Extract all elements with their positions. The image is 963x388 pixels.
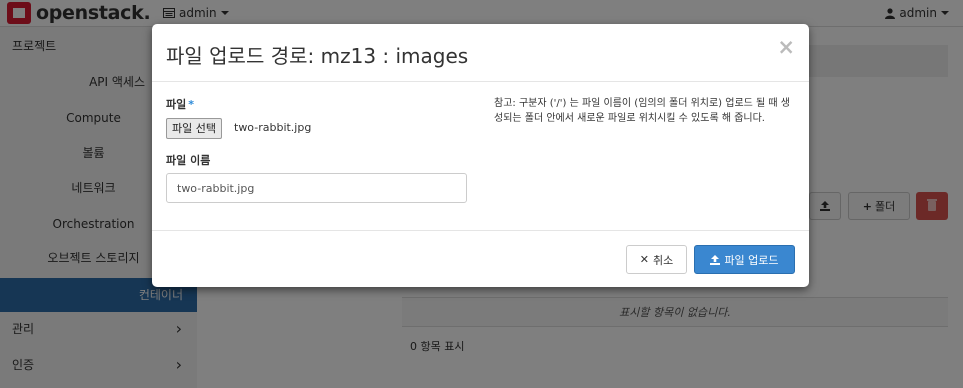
filename-label: 파일 이름 [166, 154, 211, 167]
file-label-text: 파일 [166, 98, 187, 111]
modal-footer: ✕ 취소 파일 업로드 [152, 230, 809, 287]
filename-input[interactable] [167, 174, 466, 202]
upload-button-label: 파일 업로드 [724, 253, 779, 267]
close-icon: ✕ [639, 253, 649, 266]
cancel-button[interactable]: ✕ 취소 [626, 245, 687, 274]
upload-file-modal: 파일 업로드 경로: mz13 : images × 파일 * 파일 선택 two… [152, 24, 809, 287]
help-text: 참고: 구분자 ('/') 는 파일 이름이 (임의의 폴더 위치로) 업로드 … [494, 98, 790, 124]
required-asterisk: * [188, 98, 195, 111]
cancel-button-label: 취소 [652, 253, 674, 267]
close-icon[interactable]: × [777, 35, 795, 59]
chosen-file-name: two-rabbit.jpg [234, 121, 312, 134]
modal-title: 파일 업로드 경로: mz13 : images [166, 44, 469, 68]
filename-field[interactable] [166, 173, 467, 203]
choose-file-button[interactable]: 파일 선택 [166, 118, 222, 139]
file-label: 파일 * [166, 96, 194, 112]
modal-header: 파일 업로드 경로: mz13 : images × [152, 24, 809, 82]
upload-icon [710, 254, 721, 265]
upload-file-button[interactable]: 파일 업로드 [694, 245, 795, 274]
